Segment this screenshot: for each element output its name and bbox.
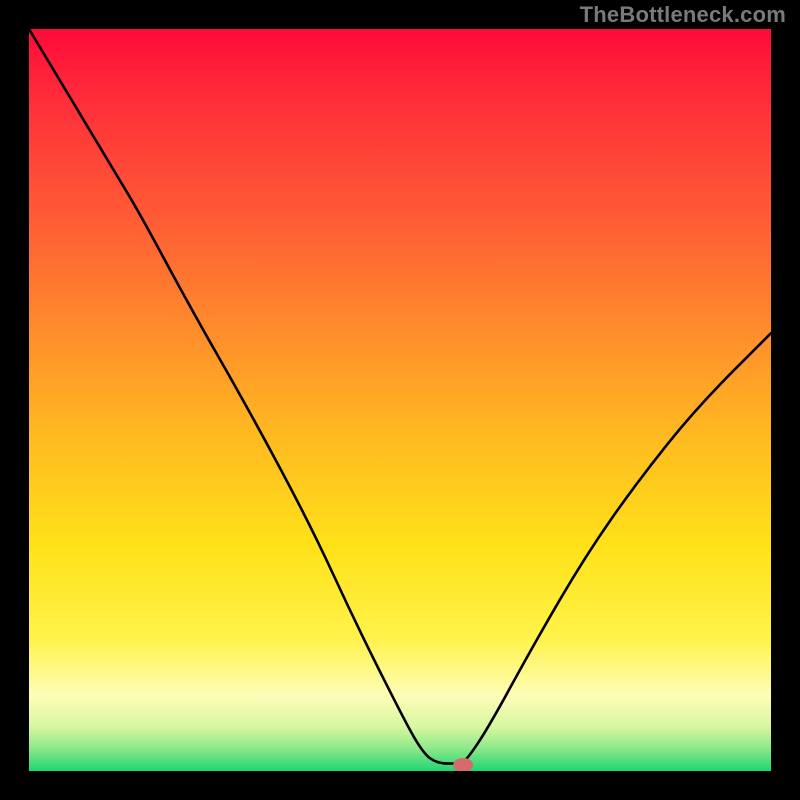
gradient-background [29, 29, 771, 771]
plot-area [29, 29, 771, 771]
watermark-text: TheBottleneck.com [580, 2, 786, 28]
bottleneck-chart [29, 29, 771, 771]
chart-frame: TheBottleneck.com [0, 0, 800, 800]
